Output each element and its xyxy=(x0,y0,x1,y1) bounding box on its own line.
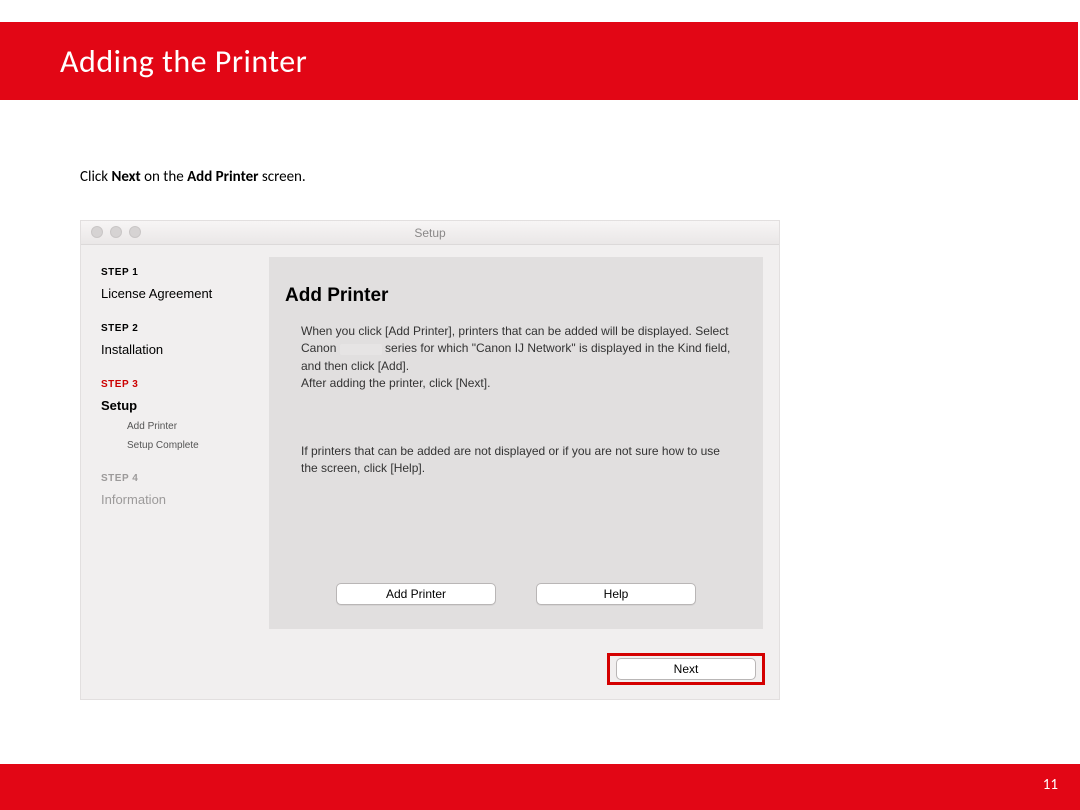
next-button[interactable]: Next xyxy=(616,658,756,680)
content-heading: Add Printer xyxy=(285,285,763,307)
instr-part: screen. xyxy=(258,168,305,186)
step4-item: Information xyxy=(101,492,246,507)
wizard-sidebar: STEP 1 License Agreement STEP 2 Installa… xyxy=(101,267,246,507)
content-para2: If printers that can be added are not di… xyxy=(301,443,731,478)
instruction-text: Click Next on the Add Printer screen. xyxy=(80,168,306,186)
para1-text: After adding the printer, click [Next]. xyxy=(301,376,490,390)
content-para1: When you click [Add Printer], printers t… xyxy=(301,323,731,393)
window-body: STEP 1 License Agreement STEP 2 Installa… xyxy=(81,245,779,645)
content-buttons: Add Printer Help xyxy=(269,583,763,605)
step3-label: STEP 3 xyxy=(101,379,246,390)
step4-label: STEP 4 xyxy=(101,473,246,484)
instr-part: Click xyxy=(80,168,111,186)
add-printer-button[interactable]: Add Printer xyxy=(336,583,496,605)
instr-part: on the xyxy=(141,168,187,186)
setup-window: Setup STEP 1 License Agreement STEP 2 In… xyxy=(80,220,780,700)
window-titlebar: Setup xyxy=(81,221,779,245)
next-highlight: Next xyxy=(607,653,765,685)
content-pane: Add Printer When you click [Add Printer]… xyxy=(269,257,763,629)
page-number: 11 xyxy=(1043,776,1058,794)
help-button[interactable]: Help xyxy=(536,583,696,605)
window-title: Setup xyxy=(81,221,779,245)
step3-sub1: Add Printer xyxy=(127,421,246,432)
slide-footer: 11 xyxy=(0,764,1080,810)
step1-item: License Agreement xyxy=(101,286,246,301)
step2-item: Installation xyxy=(101,342,246,357)
step2-label: STEP 2 xyxy=(101,323,246,334)
instr-bold1: Next xyxy=(111,168,140,186)
step3-sub2: Setup Complete xyxy=(127,440,246,451)
step1-label: STEP 1 xyxy=(101,267,246,278)
window-footer: Next xyxy=(81,645,779,699)
slide-header: Adding the Printer xyxy=(0,22,1078,100)
instr-bold2: Add Printer xyxy=(187,168,258,186)
step3-item: Setup xyxy=(101,398,246,413)
slide-title: Adding the Printer xyxy=(60,42,307,81)
redacted-model xyxy=(340,344,382,355)
